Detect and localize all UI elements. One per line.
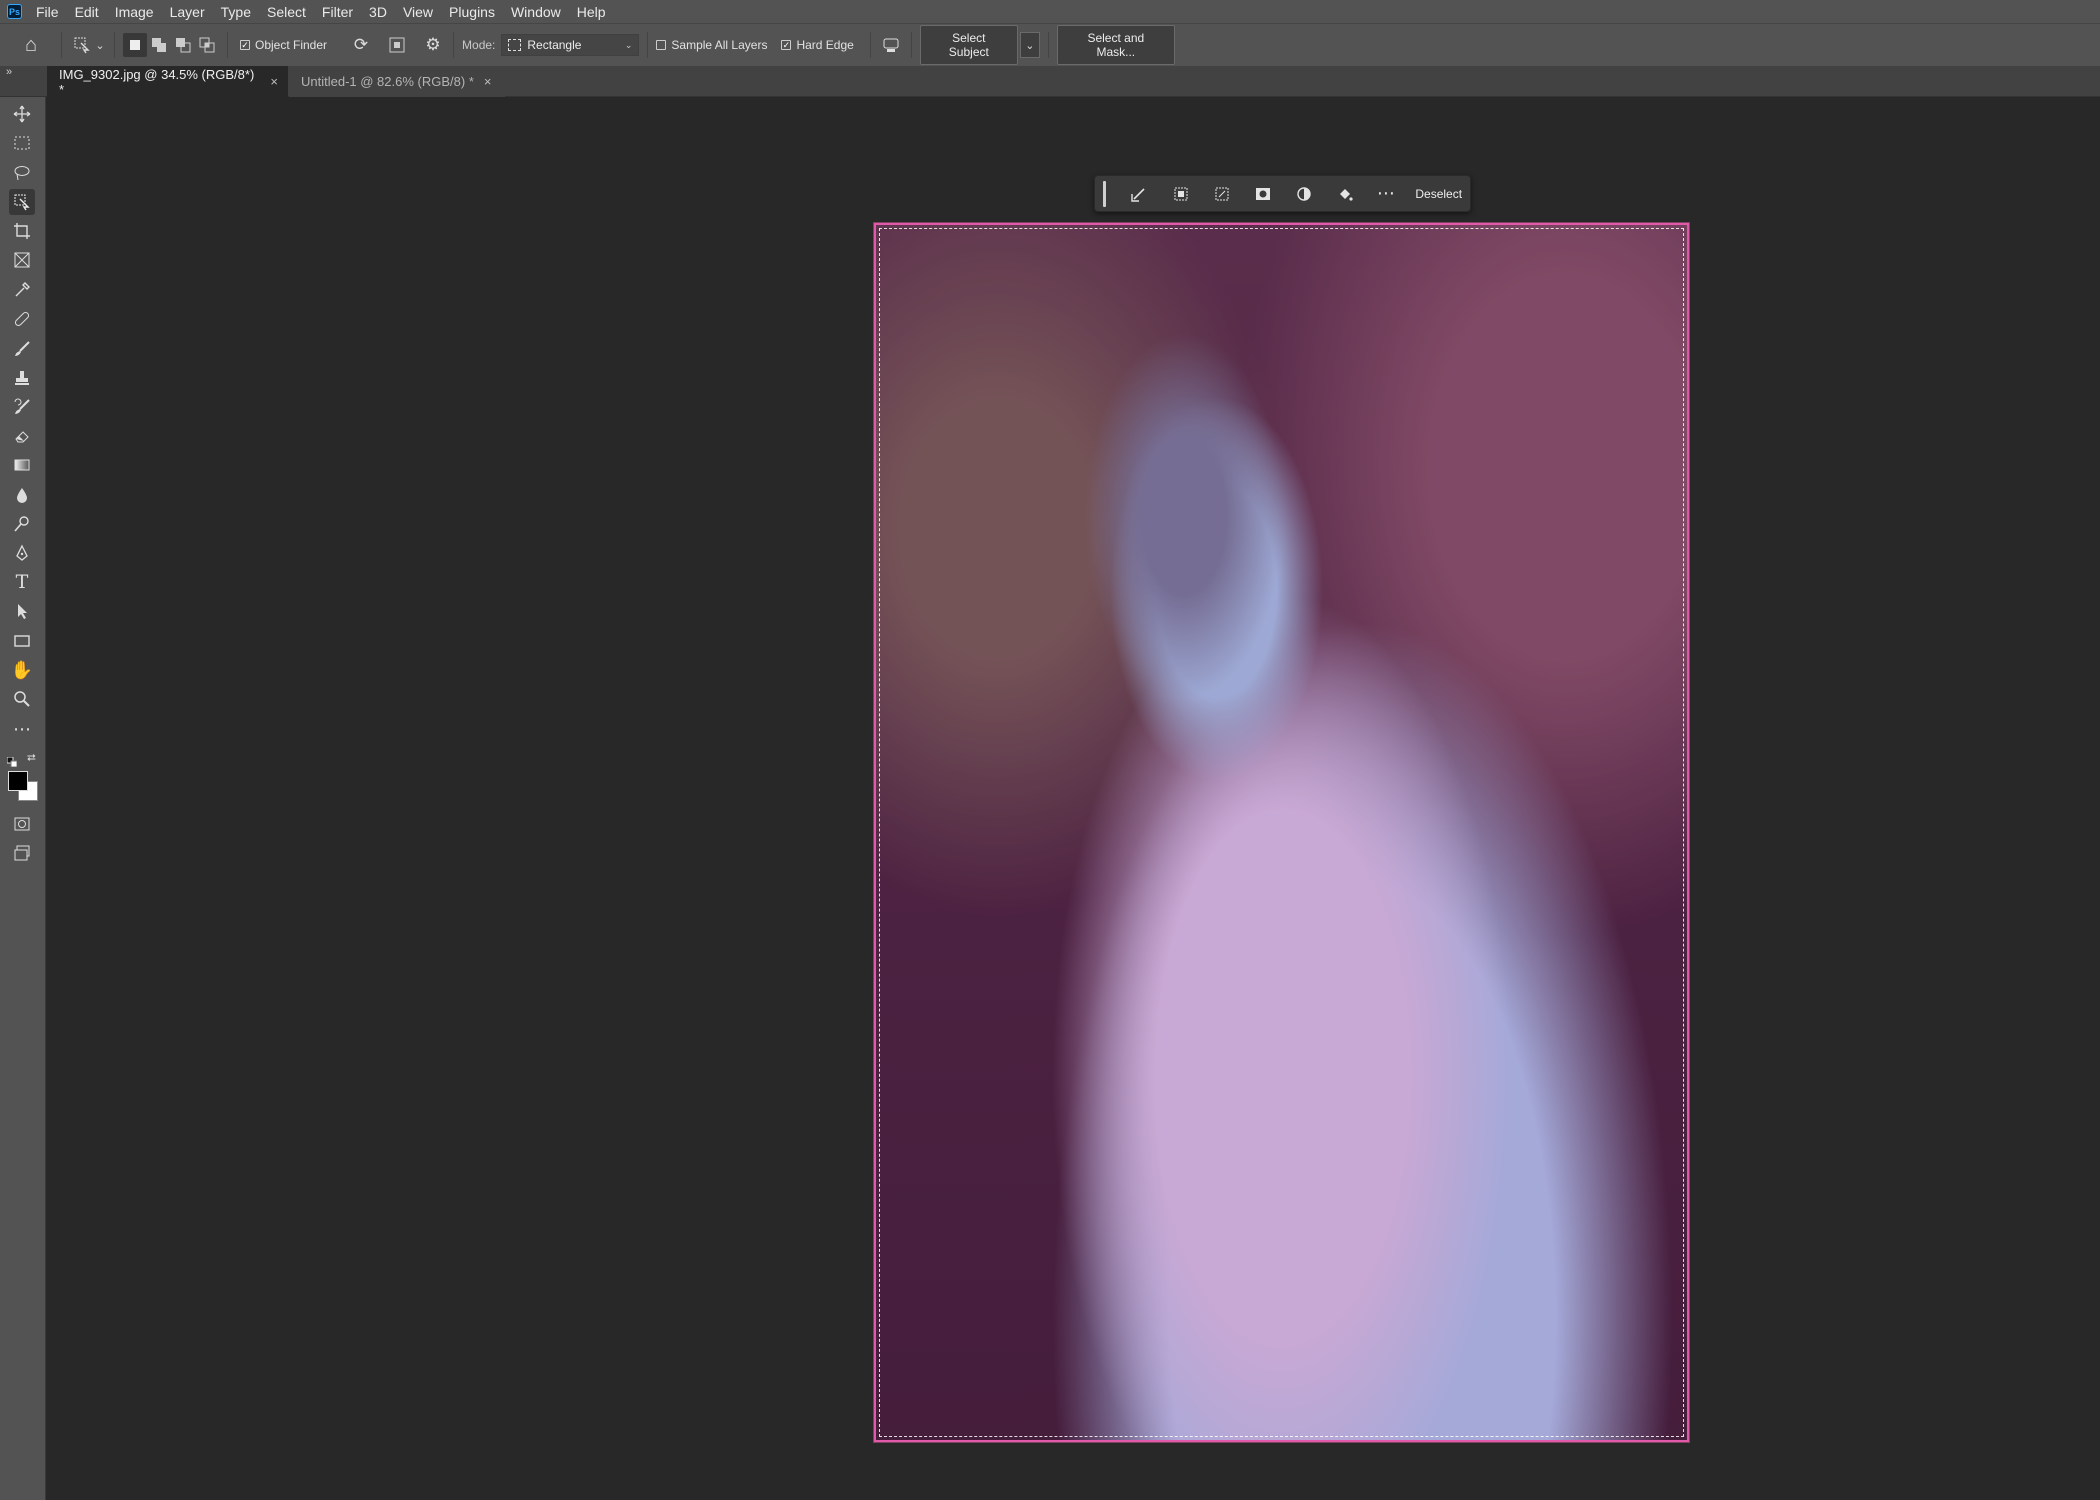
- modify-selection-icon[interactable]: [1122, 181, 1157, 207]
- document-tabs: » IMG_9302.jpg @ 34.5% (RGB/8*) * × Unti…: [0, 66, 2100, 97]
- refresh-icon[interactable]: ⟳: [349, 33, 373, 57]
- brush-tool-icon[interactable]: [9, 336, 35, 362]
- mode-value: Rectangle: [527, 38, 582, 52]
- blur-tool-icon[interactable]: [9, 482, 35, 508]
- close-icon[interactable]: ×: [484, 74, 492, 89]
- divider: [114, 32, 115, 58]
- more-options-icon[interactable]: ⋯: [1368, 181, 1403, 207]
- object-finder-checkbox[interactable]: ✓ Object Finder: [240, 38, 327, 52]
- rectangle-tool-icon[interactable]: [9, 628, 35, 654]
- menu-plugins[interactable]: Plugins: [449, 4, 504, 20]
- menu-bar: Ps File Edit Image Layer Type Select Fil…: [0, 0, 2100, 23]
- clone-stamp-tool-icon[interactable]: [9, 365, 35, 391]
- hard-edge-checkbox[interactable]: ✓ Hard Edge: [781, 38, 854, 52]
- rectangle-icon: [508, 39, 522, 51]
- deselect-button[interactable]: Deselect: [1415, 187, 1462, 201]
- sample-all-layers-label: Sample All Layers: [671, 38, 768, 52]
- menu-edit[interactable]: Edit: [75, 4, 108, 20]
- eraser-tool-icon[interactable]: [9, 423, 35, 449]
- cloud-processing-icon[interactable]: [879, 33, 903, 57]
- transform-selection-icon[interactable]: [1204, 181, 1239, 207]
- pen-tool-icon[interactable]: [9, 540, 35, 566]
- object-finder-label: Object Finder: [255, 38, 328, 52]
- mode-select[interactable]: Rectangle ⌄: [501, 34, 640, 56]
- move-tool-icon[interactable]: [9, 101, 35, 127]
- drag-handle[interactable]: [1103, 180, 1106, 207]
- menu-filter[interactable]: Filter: [322, 4, 362, 20]
- tab-title: IMG_9302.jpg @ 34.5% (RGB/8*) *: [59, 66, 255, 97]
- marching-ants-selection: [879, 228, 1684, 1437]
- subtract-from-selection-icon[interactable]: [171, 33, 195, 57]
- new-selection-icon[interactable]: [123, 33, 147, 57]
- swap-colors-icon[interactable]: ⮂: [27, 752, 36, 765]
- checkbox-box: [656, 40, 667, 50]
- divider: [61, 32, 62, 58]
- mode-label: Mode:: [462, 38, 496, 52]
- menu-image[interactable]: Image: [115, 4, 163, 20]
- sample-all-layers-checkbox[interactable]: Sample All Layers: [656, 38, 767, 52]
- select-subject-button[interactable]: Select Subject: [919, 25, 1018, 65]
- menu-3d[interactable]: 3D: [369, 4, 396, 20]
- screen-mode-icon[interactable]: [9, 840, 35, 866]
- add-to-selection-icon[interactable]: [147, 33, 171, 57]
- adjustment-layer-icon[interactable]: [1286, 181, 1321, 207]
- quick-mask-icon[interactable]: [9, 811, 35, 837]
- chevron-down-icon[interactable]: ⌄: [94, 33, 106, 57]
- hard-edge-label: Hard Edge: [796, 38, 854, 52]
- history-brush-tool-icon[interactable]: [9, 394, 35, 420]
- menu-select[interactable]: Select: [267, 4, 315, 20]
- divider: [453, 32, 455, 58]
- intersect-selection-icon[interactable]: [195, 33, 219, 57]
- object-selection-tool-preset-icon[interactable]: [70, 33, 94, 57]
- default-colors-icon[interactable]: [6, 754, 18, 768]
- home-icon[interactable]: ⌂: [19, 33, 43, 57]
- select-subject-chevron-icon[interactable]: ⌄: [1019, 32, 1040, 58]
- fill-selection-icon[interactable]: [1327, 181, 1362, 207]
- menu-window[interactable]: Window: [511, 4, 570, 20]
- foreground-color-swatch[interactable]: [8, 771, 28, 791]
- menu-view[interactable]: View: [403, 4, 442, 20]
- check-icon: ✓: [781, 40, 792, 50]
- document-image[interactable]: [874, 223, 1689, 1442]
- divider: [910, 32, 912, 58]
- chevron-down-icon: ⌄: [624, 39, 633, 50]
- tab-untitled-1[interactable]: Untitled-1 @ 82.6% (RGB/8) * ×: [289, 66, 505, 97]
- menu-help[interactable]: Help: [577, 4, 615, 20]
- divider: [869, 32, 871, 58]
- photoshop-logo: Ps: [7, 4, 22, 19]
- lasso-tool-icon[interactable]: [9, 160, 35, 186]
- invert-selection-icon[interactable]: [1163, 181, 1198, 207]
- gradient-tool-icon[interactable]: [9, 452, 35, 478]
- menu-type[interactable]: Type: [221, 4, 260, 20]
- eyedropper-tool-icon[interactable]: [9, 277, 35, 303]
- menu-file[interactable]: File: [36, 4, 68, 20]
- frame-tool-icon[interactable]: [9, 247, 35, 273]
- toolbox: T ✋ ⋯ ⮂: [0, 97, 46, 1500]
- divider: [647, 32, 649, 58]
- mask-icon[interactable]: [1245, 181, 1280, 207]
- show-all-objects-icon[interactable]: [385, 33, 409, 57]
- object-selection-tool-icon[interactable]: [9, 189, 35, 215]
- type-tool-icon[interactable]: T: [9, 569, 35, 595]
- divider: [227, 32, 228, 58]
- healing-brush-tool-icon[interactable]: [9, 306, 35, 332]
- path-selection-tool-icon[interactable]: [9, 598, 35, 624]
- tab-title: Untitled-1 @ 82.6% (RGB/8) *: [301, 74, 474, 89]
- collapse-panels-icon[interactable]: »: [6, 66, 12, 78]
- dodge-tool-icon[interactable]: [9, 511, 35, 537]
- marquee-tool-icon[interactable]: [9, 130, 35, 156]
- hand-tool-icon[interactable]: ✋: [9, 657, 35, 683]
- more-tools-icon[interactable]: ⋯: [9, 716, 35, 742]
- menu-layer[interactable]: Layer: [170, 4, 214, 20]
- close-icon[interactable]: ×: [270, 74, 278, 89]
- zoom-tool-icon[interactable]: [9, 686, 35, 712]
- select-and-mask-button[interactable]: Select and Mask...: [1056, 25, 1175, 65]
- check-icon: ✓: [240, 40, 250, 50]
- gear-icon[interactable]: ⚙: [421, 33, 445, 57]
- contextual-task-bar: ⋯ Deselect: [1094, 175, 1471, 212]
- crop-tool-icon[interactable]: [9, 218, 35, 244]
- tab-img-9302[interactable]: IMG_9302.jpg @ 34.5% (RGB/8*) * ×: [47, 66, 288, 97]
- divider: [1047, 32, 1049, 58]
- options-bar: ⌂ ⌄ ✓ Object Finder ⟳ ⚙ Mode: Rectangle …: [0, 23, 2100, 66]
